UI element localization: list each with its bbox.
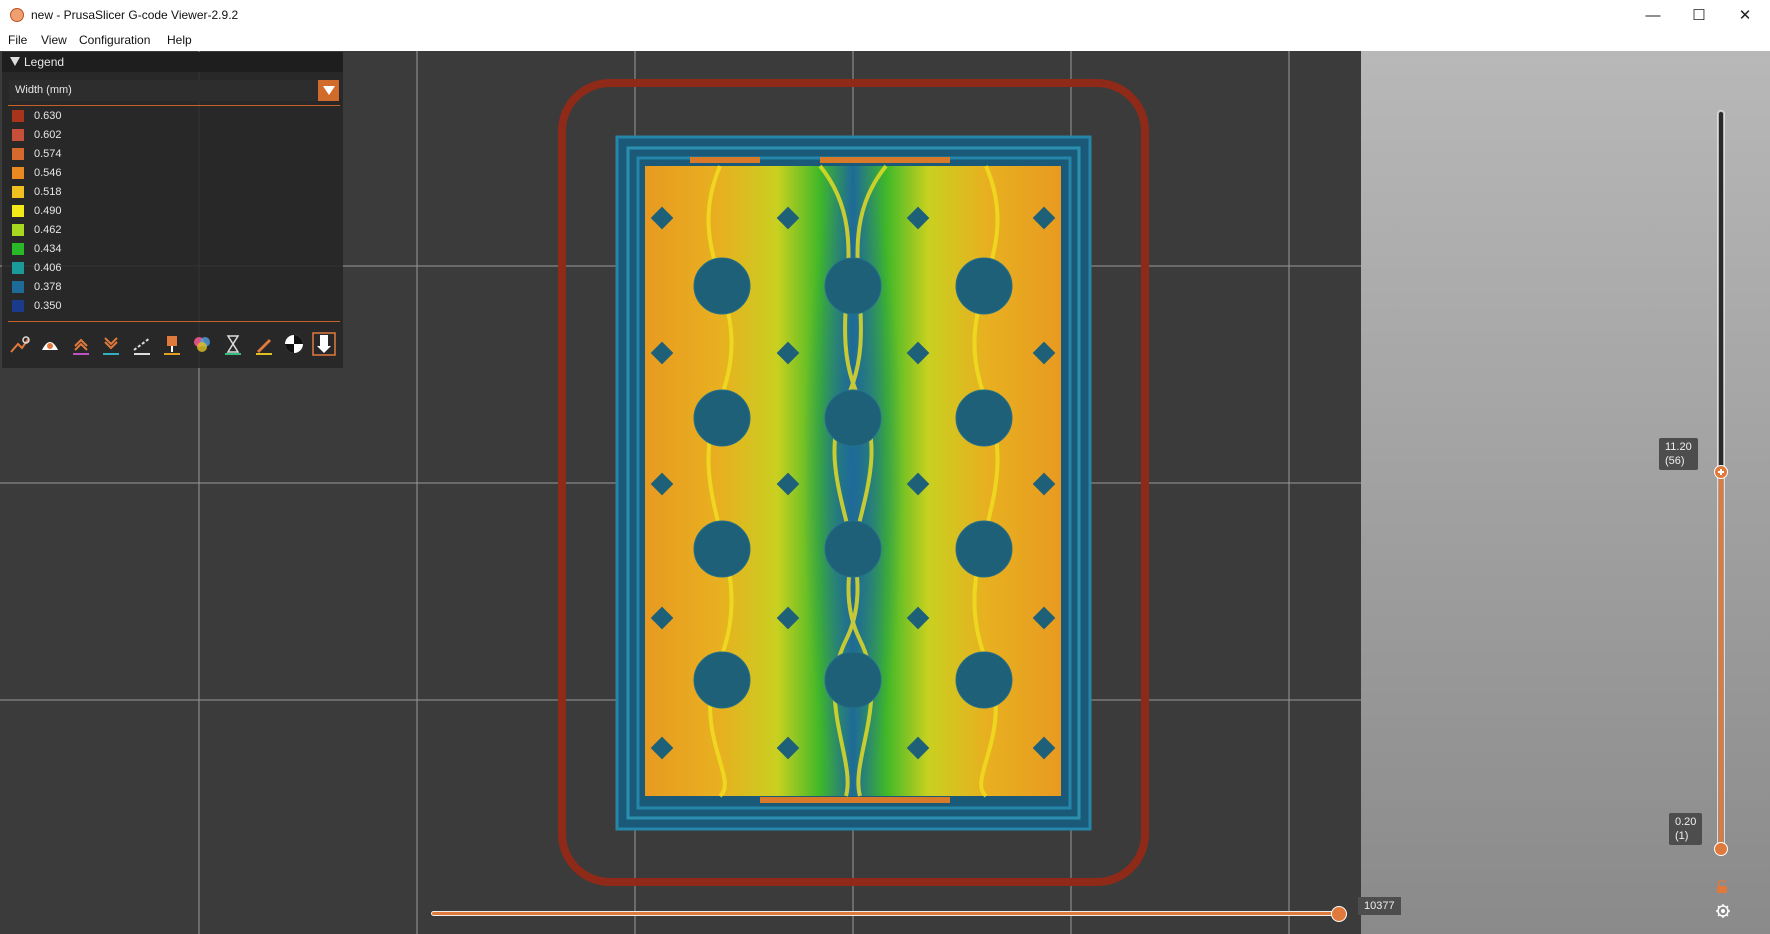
legend-item: 0.574 (2, 146, 343, 165)
deretractions-icon[interactable] (99, 332, 123, 356)
gear-icon[interactable] (1715, 903, 1731, 919)
color-swatch (12, 262, 24, 274)
menu-file[interactable]: File (8, 33, 27, 47)
legend-item: 0.630 (2, 108, 343, 127)
legend-panel: Legend Width (mm) 0.630 0.602 0.574 0.54… (2, 52, 343, 368)
prusaslicer-app-icon (10, 8, 24, 22)
upper-layer-label: 11.20 (56) (1659, 438, 1698, 470)
seams-icon[interactable] (130, 332, 154, 356)
wipe-icon[interactable] (38, 332, 62, 356)
menu-bar: File View Configuration Help (0, 30, 1770, 51)
minimize-button[interactable]: — (1630, 0, 1676, 30)
legend-item: 0.602 (2, 127, 343, 146)
color-swatch (12, 300, 24, 312)
chevron-down-icon[interactable] (318, 80, 339, 101)
legend-value: 0.462 (34, 224, 62, 236)
view-type-value: Width (mm) (15, 84, 72, 96)
legend-item: 0.462 (2, 222, 343, 241)
legend-value: 0.490 (34, 205, 62, 217)
color-swatch (12, 224, 24, 236)
legend-item: 0.546 (2, 165, 343, 184)
legend-item: 0.518 (2, 184, 343, 203)
center-of-gravity-icon[interactable] (282, 332, 306, 356)
upper-layer-height: 11.20 (1665, 441, 1692, 453)
divider (8, 321, 340, 322)
legend-title: Legend (24, 55, 65, 69)
lower-layer-height: 0.20 (1675, 816, 1697, 828)
upper-layer-thumb[interactable] (1714, 465, 1728, 479)
legend-value: 0.574 (34, 148, 62, 160)
color-swatch (12, 205, 24, 217)
view-type-combo[interactable]: Width (mm) (9, 80, 339, 101)
color-swatch (12, 186, 24, 198)
tool-changes-icon[interactable] (160, 332, 184, 356)
custom-gcodes-icon[interactable] (252, 332, 276, 356)
menu-configuration[interactable]: Configuration (79, 33, 150, 47)
moves-slider-thumb[interactable] (1331, 906, 1347, 922)
color-swatch (12, 243, 24, 255)
legend-value: 0.518 (34, 186, 62, 198)
color-swatch (12, 148, 24, 160)
color-swatch (12, 167, 24, 179)
retractions-icon[interactable] (69, 332, 93, 356)
collapse-triangle-icon[interactable] (10, 57, 20, 66)
legend-value: 0.434 (34, 243, 62, 255)
lower-layer-label: 0.20 (1) (1669, 813, 1703, 845)
layer-slider-track[interactable] (1719, 112, 1723, 472)
background-gradient-panel (1361, 51, 1770, 934)
lower-layer-thumb[interactable] (1714, 842, 1728, 856)
legend-value: 0.630 (34, 110, 62, 122)
window-title: new - PrusaSlicer G-code Viewer-2.9.2 (31, 8, 239, 22)
color-swatch (12, 110, 24, 122)
color-swatch (12, 281, 24, 293)
travel-icon[interactable] (8, 332, 32, 356)
menu-view[interactable]: View (41, 33, 67, 47)
unlock-icon[interactable] (1715, 880, 1729, 894)
layer-slider-range[interactable] (1719, 472, 1723, 850)
upper-layer-number: (56) (1665, 455, 1685, 467)
pause-prints-icon[interactable] (221, 332, 245, 356)
color-swatch (12, 129, 24, 141)
legend-value: 0.406 (34, 262, 62, 274)
maximize-button[interactable]: ☐ (1676, 0, 1722, 30)
legend-value: 0.378 (34, 281, 62, 293)
divider (8, 105, 340, 106)
moves-slider-label: 10377 (1358, 897, 1401, 915)
lower-layer-number: (1) (1675, 830, 1689, 842)
color-changes-icon[interactable] (190, 332, 214, 356)
legend-item: 0.350 (2, 298, 343, 317)
legend-value: 0.350 (34, 300, 62, 312)
shells-icon[interactable] (312, 332, 336, 356)
legend-value: 0.602 (34, 129, 62, 141)
menu-help[interactable]: Help (167, 33, 192, 47)
title-bar: new - PrusaSlicer G-code Viewer-2.9.2 — … (0, 0, 1770, 31)
legend-item: 0.406 (2, 260, 343, 279)
legend-value: 0.546 (34, 167, 62, 179)
legend-item: 0.378 (2, 279, 343, 298)
close-button[interactable]: ✕ (1722, 0, 1768, 30)
legend-header[interactable]: Legend (2, 52, 343, 72)
moves-slider[interactable] (431, 911, 1338, 916)
legend-item: 0.434 (2, 241, 343, 260)
legend-item: 0.490 (2, 203, 343, 222)
